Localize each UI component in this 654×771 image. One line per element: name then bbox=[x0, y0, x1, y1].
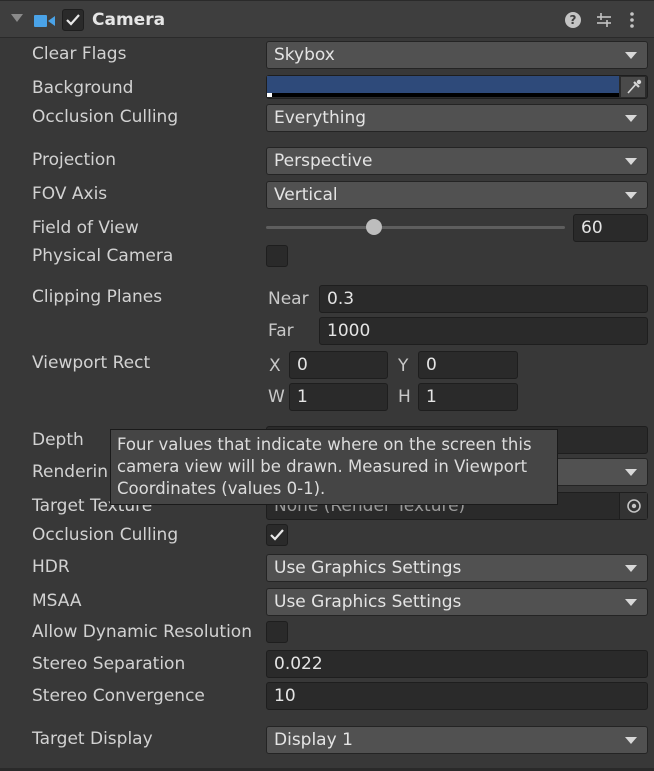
fov-axis-dropdown[interactable]: Vertical bbox=[266, 181, 648, 209]
occlusion-culling-checkbox[interactable] bbox=[266, 524, 288, 546]
viewport-x-label: X bbox=[269, 356, 281, 376]
culling-mask-label: Occlusion Culling bbox=[32, 107, 179, 127]
clipping-planes-label: Clipping Planes bbox=[32, 287, 163, 307]
stereo-separation-field[interactable]: 0.022 bbox=[266, 650, 648, 678]
fov-label: Field of View bbox=[32, 218, 139, 238]
chevron-down-icon bbox=[625, 192, 637, 199]
eyedropper-icon[interactable] bbox=[621, 77, 645, 97]
viewport-x-field[interactable]: 0 bbox=[289, 351, 388, 379]
stereo-convergence-field[interactable]: 10 bbox=[266, 682, 648, 710]
component-header[interactable]: Camera ? bbox=[0, 0, 654, 38]
target-display-label: Target Display bbox=[32, 729, 153, 749]
viewport-h-label: H bbox=[398, 387, 411, 407]
fov-slider-thumb[interactable] bbox=[365, 219, 382, 235]
rendering-path-label: Renderin bbox=[32, 462, 109, 482]
camera-icon bbox=[34, 13, 56, 27]
dynamic-resolution-label: Allow Dynamic Resolution bbox=[32, 622, 252, 642]
physical-camera-label: Physical Camera bbox=[32, 246, 174, 266]
alpha-fill bbox=[267, 93, 272, 97]
projection-value: Perspective bbox=[274, 151, 373, 171]
depth-label: Depth bbox=[32, 430, 84, 450]
hdr-value: Use Graphics Settings bbox=[274, 558, 462, 578]
target-display-value: Display 1 bbox=[274, 730, 353, 750]
alpha-bar bbox=[267, 93, 619, 97]
chevron-down-icon bbox=[625, 115, 637, 122]
msaa-value: Use Graphics Settings bbox=[274, 592, 462, 612]
object-picker-icon[interactable] bbox=[619, 493, 647, 519]
chevron-down-icon bbox=[625, 599, 637, 606]
far-label: Far bbox=[268, 321, 294, 341]
chevron-down-icon bbox=[625, 469, 637, 476]
chevron-down-icon bbox=[625, 158, 637, 165]
tooltip-line-2: camera view will be drawn. Measured in V… bbox=[117, 457, 528, 476]
viewport-rect-tooltip: Four values that indicate where on the s… bbox=[110, 429, 558, 505]
viewport-y-field[interactable]: 0 bbox=[418, 351, 518, 379]
culling-mask-value: Everything bbox=[274, 108, 367, 128]
target-display-dropdown[interactable]: Display 1 bbox=[266, 726, 648, 754]
viewport-rect-label: Viewport Rect bbox=[32, 353, 151, 373]
msaa-label: MSAA bbox=[32, 591, 82, 611]
tooltip-line-3: Coordinates (values 0-1). bbox=[117, 479, 326, 498]
tooltip-line-1: Four values that indicate where on the s… bbox=[117, 435, 532, 454]
clear-flags-value: Skybox bbox=[274, 45, 335, 65]
viewport-w-label: W bbox=[268, 387, 285, 407]
chevron-down-icon bbox=[625, 737, 637, 744]
checkmark-icon bbox=[270, 529, 284, 541]
enabled-checkbox[interactable] bbox=[62, 9, 84, 31]
clear-flags-dropdown[interactable]: Skybox bbox=[266, 41, 648, 69]
background-color-field[interactable] bbox=[266, 75, 648, 99]
viewport-y-label: Y bbox=[398, 356, 409, 376]
occlusion-culling-label: Occlusion Culling bbox=[32, 525, 179, 545]
msaa-dropdown[interactable]: Use Graphics Settings bbox=[266, 588, 648, 616]
near-field[interactable]: 0.3 bbox=[319, 285, 648, 313]
checkmark-icon bbox=[66, 14, 80, 26]
viewport-w-field[interactable]: 1 bbox=[289, 383, 388, 411]
physical-camera-checkbox[interactable] bbox=[266, 245, 288, 267]
hdr-label: HDR bbox=[32, 557, 70, 577]
hdr-dropdown[interactable]: Use Graphics Settings bbox=[266, 554, 648, 582]
presets-icon[interactable] bbox=[595, 11, 613, 29]
far-field[interactable]: 1000 bbox=[319, 317, 648, 345]
color-swatch bbox=[267, 76, 619, 93]
clear-flags-label: Clear Flags bbox=[32, 44, 127, 64]
projection-label: Projection bbox=[32, 150, 117, 170]
collapse-arrow-icon[interactable] bbox=[11, 14, 23, 22]
dynamic-resolution-checkbox[interactable] bbox=[266, 621, 288, 643]
background-label: Background bbox=[32, 78, 134, 98]
viewport-h-field[interactable]: 1 bbox=[418, 383, 518, 411]
projection-dropdown[interactable]: Perspective bbox=[266, 147, 648, 175]
culling-mask-dropdown[interactable]: Everything bbox=[266, 104, 648, 132]
more-options-icon[interactable] bbox=[628, 11, 636, 29]
fov-value-field[interactable]: 60 bbox=[573, 214, 648, 242]
near-label: Near bbox=[268, 289, 309, 309]
stereo-separation-label: Stereo Separation bbox=[32, 654, 186, 674]
chevron-down-icon bbox=[625, 52, 637, 59]
chevron-down-icon bbox=[625, 565, 637, 572]
fov-axis-value: Vertical bbox=[274, 185, 338, 205]
component-title: Camera bbox=[92, 10, 166, 30]
stereo-convergence-label: Stereo Convergence bbox=[32, 686, 205, 706]
fov-slider-track[interactable] bbox=[266, 226, 565, 229]
fov-axis-label: FOV Axis bbox=[32, 184, 108, 204]
help-icon[interactable]: ? bbox=[565, 12, 581, 28]
